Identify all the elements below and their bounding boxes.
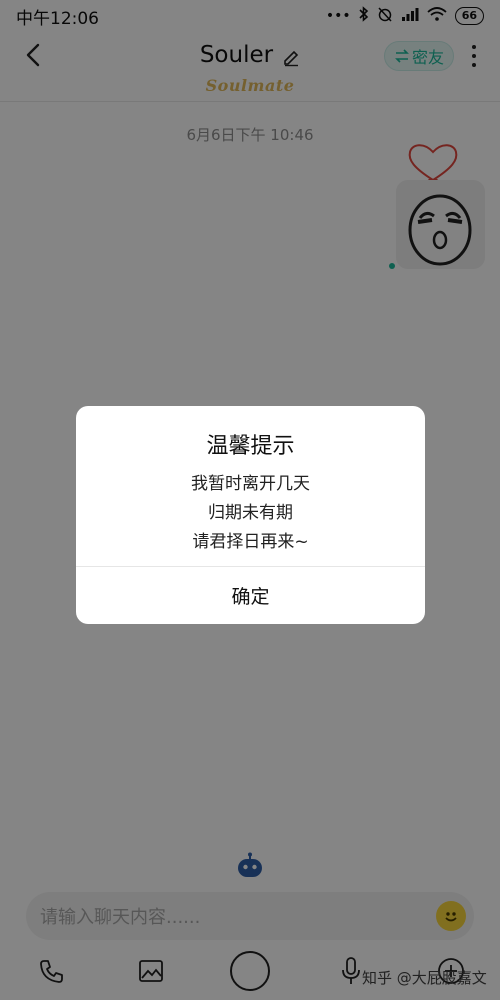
notice-dialog: 温馨提示 我暂时离开几天 归期未有期 请君择日再来~ 确定 [76, 406, 425, 624]
confirm-button[interactable]: 确定 [76, 567, 425, 624]
dialog-title: 温馨提示 [206, 434, 295, 459]
dialog-message: 我暂时离开几天 归期未有期 请君择日再来~ [76, 470, 425, 557]
dialog-line: 归期未有期 [208, 503, 293, 523]
dialog-line: 请君择日再来~ [192, 532, 309, 552]
dialog-line: 我暂时离开几天 [191, 474, 310, 494]
watermark: 知乎 @大屁股嘉文 [362, 969, 487, 987]
